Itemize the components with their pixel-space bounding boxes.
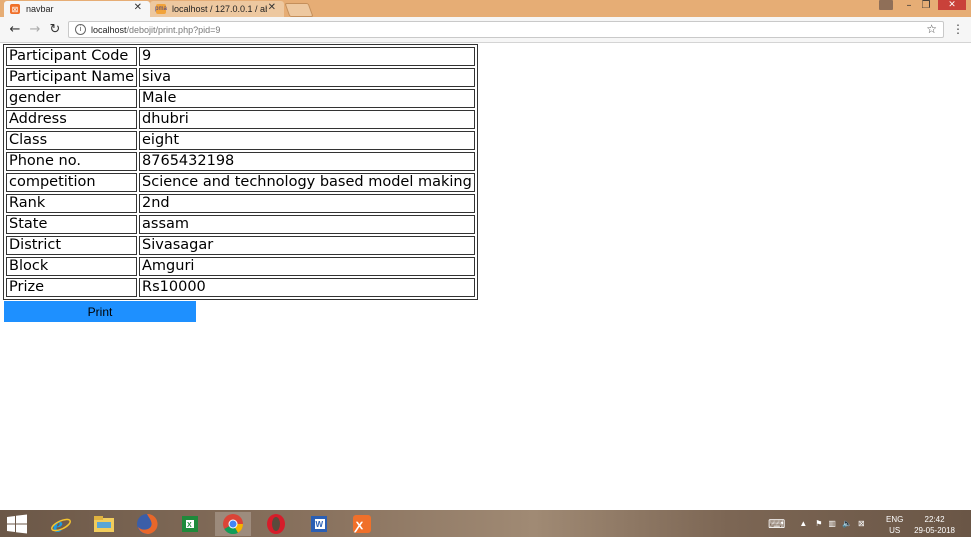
start-icon[interactable] <box>6 514 28 534</box>
volume-icon[interactable]: 🔈 <box>842 519 852 528</box>
row-value: Amguri <box>139 257 475 276</box>
keyboard-icon[interactable]: ⌨ <box>768 517 785 531</box>
row-label: State <box>6 215 138 234</box>
row-label: Class <box>6 131 138 150</box>
table-row: Phone no. 8765432198 <box>6 152 475 171</box>
address-bar[interactable]: i localhost/debojit/print.php?pid=9 ☆ <box>68 21 944 38</box>
menu-kebab-icon[interactable]: ⋮ <box>952 22 964 36</box>
row-label: Phone no. <box>6 152 138 171</box>
bookmark-star-icon[interactable]: ☆ <box>926 22 937 36</box>
network-icon[interactable]: ▥ <box>828 519 836 528</box>
tab-close-icon[interactable]: ✕ <box>268 2 276 13</box>
opera-icon[interactable] <box>258 512 294 536</box>
browser-title-bar: ⊠ navbar ✕ pma localhost / 127.0.0.1 / a… <box>0 0 971 17</box>
row-value: Sivasagar <box>139 236 475 255</box>
browser-toolbar: ← → ↻ i localhost/debojit/print.php?pid=… <box>0 17 971 43</box>
row-label: gender <box>6 89 138 108</box>
tab-navbar[interactable]: ⊠ navbar ✕ <box>4 1 150 17</box>
network-warning-icon[interactable]: ⊠ <box>858 519 865 528</box>
row-value: 8765432198 <box>139 152 475 171</box>
participant-table: Participant Code 9 Participant Name siva gen… <box>3 44 478 300</box>
row-value: Science and technology based model makin… <box>139 173 475 192</box>
forward-arrow-icon[interactable]: → <box>28 22 42 37</box>
taskbar: e X W ꭗ ⌨ ▲ ⚑ ▥ 🔈 ⊠ ENG US 22:42 29-05-2… <box>0 510 971 537</box>
table-row: Participant Code 9 <box>6 47 475 66</box>
row-value: Rs10000 <box>139 278 475 297</box>
tab-title: navbar <box>26 4 54 14</box>
row-label: competition <box>6 173 138 192</box>
file-explorer-icon[interactable] <box>86 512 122 536</box>
row-value: 9 <box>139 47 475 66</box>
profile-icon[interactable] <box>879 0 893 10</box>
system-tray: ⌨ ▲ ⚑ ▥ 🔈 ⊠ <box>768 510 865 537</box>
word-icon[interactable]: W <box>301 512 337 536</box>
action-center-icon[interactable]: ⚑ <box>815 519 822 528</box>
ie-icon[interactable]: e <box>43 512 79 536</box>
row-value: Male <box>139 89 475 108</box>
tab-title: localhost / 127.0.0.1 / ab <box>172 4 267 14</box>
row-label: Participant Name <box>6 68 138 87</box>
row-label: Rank <box>6 194 138 213</box>
row-label: Participant Code <box>6 47 138 66</box>
table-row: competition Science and technology based … <box>6 173 475 192</box>
row-value: assam <box>139 215 475 234</box>
table-row: Class eight <box>6 131 475 150</box>
url-path: /debojit/print.php?pid=9 <box>126 24 221 35</box>
excel-icon[interactable]: X <box>172 512 208 536</box>
tab-phpmyadmin[interactable]: pma localhost / 127.0.0.1 / ab ✕ <box>150 1 284 17</box>
lang-region: US <box>889 526 901 535</box>
xampp-icon[interactable]: ꭗ <box>344 512 380 536</box>
row-label: Address <box>6 110 138 129</box>
new-tab-button[interactable] <box>284 3 314 17</box>
lang-code: ENG <box>886 515 904 524</box>
row-value: dhubri <box>139 110 475 129</box>
row-value: siva <box>139 68 475 87</box>
print-button[interactable]: Print <box>4 301 196 322</box>
table-row: State assam <box>6 215 475 234</box>
row-label: District <box>6 236 138 255</box>
row-label: Block <box>6 257 138 276</box>
svg-text:X: X <box>187 522 192 529</box>
chrome-icon[interactable] <box>215 512 251 536</box>
table-row: District Sivasagar <box>6 236 475 255</box>
language-indicator[interactable]: ENG US <box>886 514 903 536</box>
svg-text:W: W <box>316 520 324 529</box>
row-label: Prize <box>6 278 138 297</box>
url-host: localhost <box>91 24 127 35</box>
info-icon[interactable]: i <box>75 24 86 35</box>
xampp-favicon-icon: ⊠ <box>10 4 20 14</box>
table-row: Prize Rs10000 <box>6 278 475 297</box>
reload-icon[interactable]: ↻ <box>48 22 62 37</box>
table-row: Participant Name siva <box>6 68 475 87</box>
phpmyadmin-favicon-icon: pma <box>155 4 167 14</box>
clock[interactable]: 22:42 29-05-2018 <box>914 514 955 536</box>
table-row: Address dhubri <box>6 110 475 129</box>
maximize-icon[interactable]: ❐ <box>920 0 932 11</box>
page-content: Participant Code 9 Participant Name siva gen… <box>0 43 971 510</box>
row-value: eight <box>139 131 475 150</box>
window-close-icon[interactable]: ✕ <box>938 0 966 10</box>
clock-date: 29-05-2018 <box>914 526 955 535</box>
tray-expand-icon[interactable]: ▲ <box>799 519 807 528</box>
firefox-icon[interactable] <box>129 512 165 536</box>
table-row: gender Male <box>6 89 475 108</box>
row-value: 2nd <box>139 194 475 213</box>
table-row: Rank 2nd <box>6 194 475 213</box>
clock-time: 22:42 <box>924 515 945 524</box>
table-row: Block Amguri <box>6 257 475 276</box>
tab-close-icon[interactable]: ✕ <box>134 2 142 13</box>
minimize-icon[interactable]: – <box>903 0 915 11</box>
back-arrow-icon[interactable]: ← <box>8 22 22 37</box>
